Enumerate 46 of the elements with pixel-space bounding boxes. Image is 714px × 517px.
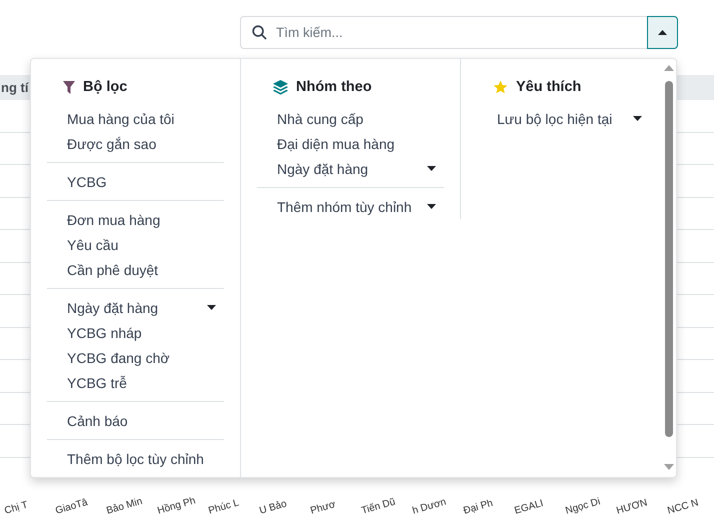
funnel-icon xyxy=(63,80,75,94)
menu-item[interactable]: Mua hàng của tôi xyxy=(47,106,224,131)
menu-item[interactable]: Nhà cung cấp xyxy=(257,106,444,131)
heading-text: Nhóm theo xyxy=(296,79,372,95)
menu-item[interactable]: Thêm nhóm tùy chỉnh xyxy=(257,194,444,219)
axis-label: HƯƠN xyxy=(614,496,650,517)
menu-item[interactable]: YCBG xyxy=(47,169,224,194)
axis-label: GiaoTâ xyxy=(53,496,90,517)
menu-item[interactable]: YCBG đang chờ xyxy=(47,345,224,370)
axis-label: Tiến Dũ xyxy=(359,496,398,517)
menu-item[interactable]: Được gắn sao xyxy=(47,131,224,156)
search-icon xyxy=(252,25,267,40)
axis-label: h Dươn xyxy=(410,496,448,517)
axis-label: Phươ xyxy=(308,498,338,517)
menu-item[interactable]: Yêu cầu xyxy=(47,232,224,257)
axis-label: NCC N xyxy=(665,496,701,517)
axis-label: EGALI xyxy=(512,497,546,517)
toggle-panel-button[interactable] xyxy=(647,16,678,49)
caret-down-icon xyxy=(427,166,436,171)
menu-item[interactable]: Cần phê duyệt xyxy=(47,257,224,282)
axis-label: Phúc L xyxy=(206,496,242,517)
menu-item[interactable]: YCBG nháp xyxy=(47,320,224,345)
menu-item[interactable]: Đơn mua hàng xyxy=(47,207,224,232)
caret-down-icon xyxy=(633,116,642,121)
menu-item[interactable]: Ngày đặt hàng xyxy=(47,295,224,320)
menu-item[interactable]: Lưu bộ lọc hiện tại xyxy=(477,106,650,131)
search-bar[interactable]: Tìm kiếm... xyxy=(240,16,678,49)
caret-down-icon xyxy=(427,204,436,209)
heading-text: Yêu thích xyxy=(516,79,582,95)
caret-up-icon xyxy=(658,30,667,35)
layers-icon xyxy=(273,80,288,94)
axis-label: Ngọc Di xyxy=(563,495,603,517)
heading-text: Bộ lọc xyxy=(83,79,128,95)
menu-item[interactable]: Đại diện mua hàng xyxy=(257,131,444,156)
axis-label: Hồng Ph xyxy=(155,494,198,517)
menu-item[interactable]: Ngày đặt hàng xyxy=(257,156,444,181)
axis-label: Đại Ph xyxy=(461,496,496,517)
axis-label: Bảo Min xyxy=(104,495,145,517)
axis-label: U Bảo xyxy=(257,497,290,517)
star-icon xyxy=(493,80,508,94)
axis-label: Chị T xyxy=(2,498,30,517)
caret-down-icon xyxy=(207,305,216,310)
menu-item[interactable]: Thêm bộ lọc tùy chỉnh xyxy=(47,446,224,471)
menu-item[interactable]: Cảnh báo xyxy=(47,408,224,433)
menu-item[interactable]: YCBG trễ xyxy=(47,370,224,395)
column-header: ng tí xyxy=(1,80,28,95)
